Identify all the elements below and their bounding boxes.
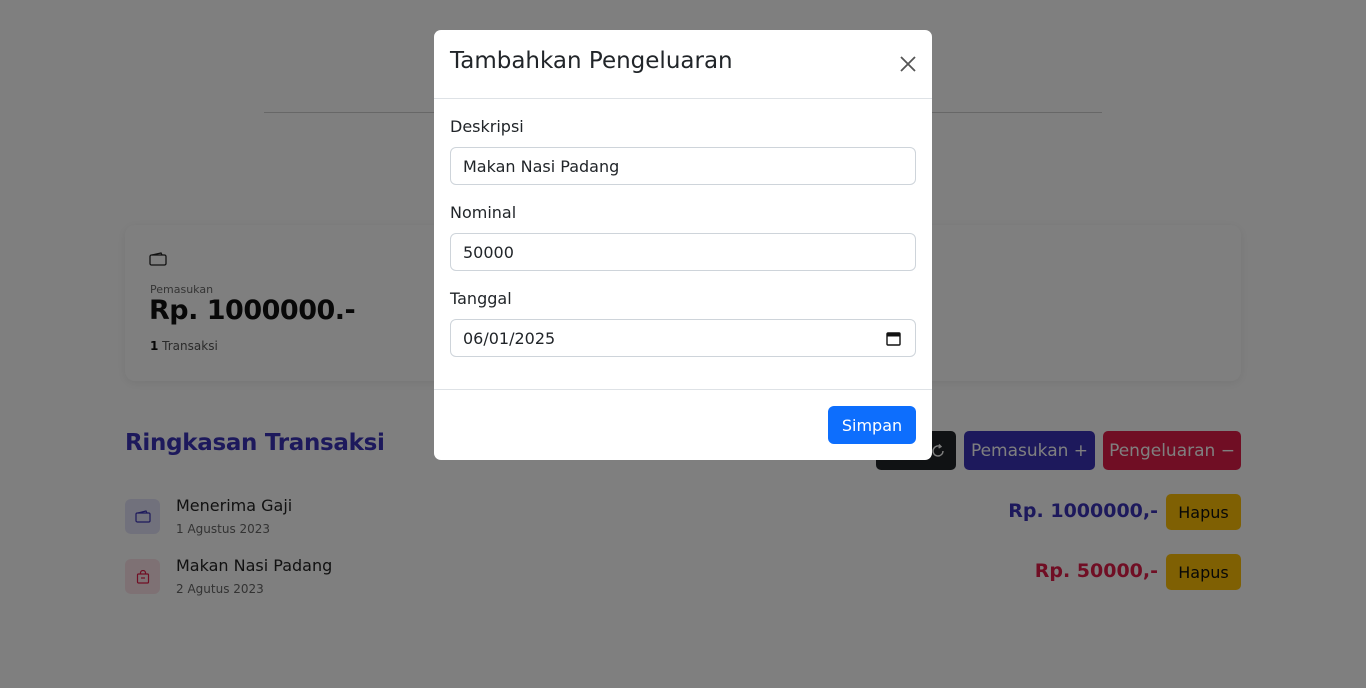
add-expense-modal: Tambahkan Pengeluaran Deskripsi Makan Na… bbox=[434, 30, 932, 460]
calendar-icon[interactable] bbox=[886, 331, 901, 346]
description-label: Deskripsi bbox=[450, 117, 524, 136]
date-input-value: 06/01/2025 bbox=[463, 328, 556, 348]
modal-title: Tambahkan Pengeluaran bbox=[450, 48, 733, 74]
nominal-input[interactable]: 50000 bbox=[450, 233, 916, 271]
modal-header: Tambahkan Pengeluaran bbox=[434, 30, 932, 99]
description-input[interactable]: Makan Nasi Padang bbox=[450, 147, 916, 185]
date-input[interactable]: 06/01/2025 bbox=[450, 319, 916, 357]
save-button[interactable]: Simpan bbox=[828, 406, 916, 444]
date-label: Tanggal bbox=[450, 289, 512, 308]
modal-footer: Simpan bbox=[434, 389, 932, 460]
nominal-label: Nominal bbox=[450, 203, 517, 222]
close-icon[interactable] bbox=[898, 54, 918, 74]
